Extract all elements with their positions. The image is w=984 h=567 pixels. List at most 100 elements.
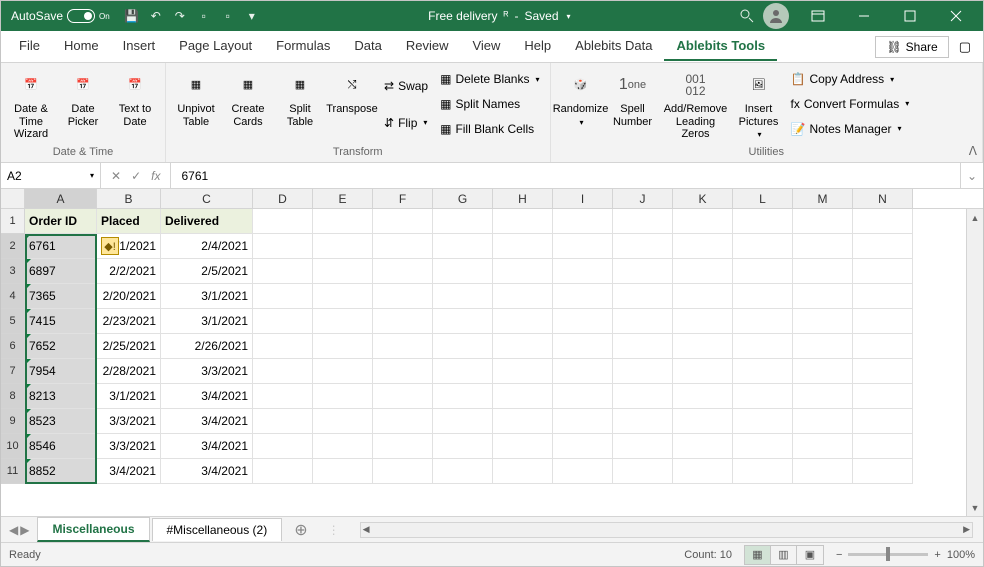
column-header[interactable]: N <box>853 189 913 208</box>
sensitivity-icon[interactable]: ᴿ <box>504 10 509 22</box>
row-header[interactable]: 8 <box>1 384 25 409</box>
cell[interactable] <box>253 334 313 359</box>
cell[interactable] <box>733 209 793 234</box>
cell[interactable]: 2/28/2021 <box>97 359 161 384</box>
cell[interactable] <box>673 334 733 359</box>
cell[interactable] <box>253 359 313 384</box>
cell[interactable] <box>673 459 733 484</box>
collapse-ribbon-icon[interactable]: ᐱ <box>969 144 977 158</box>
tab-data[interactable]: Data <box>342 32 393 61</box>
date-picker-button[interactable]: 📅Date Picker <box>59 67 107 130</box>
cell[interactable] <box>253 209 313 234</box>
cell[interactable] <box>673 434 733 459</box>
horizontal-scrollbar[interactable]: ◀▶ <box>360 522 973 538</box>
cell[interactable] <box>853 284 913 309</box>
cell[interactable]: 3/1/2021 <box>97 384 161 409</box>
tab-insert[interactable]: Insert <box>111 32 168 61</box>
tab-file[interactable]: File <box>7 32 52 61</box>
cell[interactable] <box>493 259 553 284</box>
cell[interactable] <box>793 284 853 309</box>
cell[interactable] <box>313 409 373 434</box>
cell[interactable] <box>493 284 553 309</box>
cell[interactable]: 3/4/2021 <box>97 459 161 484</box>
split-names-button[interactable]: ▦Split Names <box>436 95 543 113</box>
cell[interactable] <box>373 409 433 434</box>
save-icon[interactable]: 💾 <box>124 8 140 24</box>
cell[interactable] <box>613 459 673 484</box>
qat-icon[interactable]: ▫ <box>196 8 212 24</box>
tab-help[interactable]: Help <box>512 32 563 61</box>
cell[interactable] <box>493 234 553 259</box>
chevron-down-icon[interactable]: ▾ <box>88 171 94 180</box>
cell[interactable] <box>733 284 793 309</box>
cell[interactable] <box>253 259 313 284</box>
cell[interactable]: 8213 <box>25 384 97 409</box>
cell[interactable] <box>793 359 853 384</box>
comments-icon[interactable]: ▢ <box>953 35 977 59</box>
cell[interactable] <box>613 359 673 384</box>
cell[interactable] <box>613 209 673 234</box>
column-header[interactable]: E <box>313 189 373 208</box>
row-header[interactable]: 2 <box>1 234 25 259</box>
column-header[interactable]: A <box>25 189 97 208</box>
cell[interactable]: 3/3/2021 <box>97 409 161 434</box>
cell[interactable]: 3/4/2021 <box>161 434 253 459</box>
column-header[interactable]: M <box>793 189 853 208</box>
create-cards-button[interactable]: ▦Create Cards <box>224 67 272 130</box>
column-header[interactable]: J <box>613 189 673 208</box>
row-header[interactable]: 7 <box>1 359 25 384</box>
cell[interactable] <box>373 309 433 334</box>
cell[interactable] <box>433 309 493 334</box>
row-header[interactable]: 9 <box>1 409 25 434</box>
cell[interactable] <box>733 384 793 409</box>
cell[interactable] <box>673 409 733 434</box>
cell[interactable] <box>373 259 433 284</box>
cell[interactable] <box>313 209 373 234</box>
cell[interactable] <box>853 259 913 284</box>
cell[interactable] <box>493 459 553 484</box>
cell[interactable] <box>613 284 673 309</box>
minimize-icon[interactable] <box>841 1 887 31</box>
split-table-button[interactable]: ▦Split Table <box>276 67 324 130</box>
expand-formula-icon[interactable]: ⌄ <box>960 163 983 188</box>
zoom-slider[interactable] <box>848 553 928 556</box>
cell[interactable] <box>553 334 613 359</box>
cell[interactable] <box>793 309 853 334</box>
cell[interactable] <box>433 234 493 259</box>
page-layout-icon[interactable]: ▥ <box>771 546 797 564</box>
cell[interactable] <box>313 334 373 359</box>
redo-icon[interactable]: ↷ <box>172 8 188 24</box>
cell[interactable] <box>313 384 373 409</box>
cell[interactable] <box>313 359 373 384</box>
cell[interactable] <box>553 409 613 434</box>
cell[interactable] <box>613 234 673 259</box>
cell[interactable] <box>673 384 733 409</box>
cell[interactable]: 6897 <box>25 259 97 284</box>
cell[interactable] <box>733 409 793 434</box>
tab-view[interactable]: View <box>460 32 512 61</box>
cell[interactable] <box>853 334 913 359</box>
cell[interactable] <box>613 334 673 359</box>
cell[interactable] <box>553 284 613 309</box>
cell[interactable] <box>793 209 853 234</box>
cell[interactable]: 3/1/2021 <box>161 284 253 309</box>
flip-button[interactable]: ⇵Flip▾ <box>380 114 432 132</box>
column-header[interactable]: L <box>733 189 793 208</box>
row-header[interactable]: 6 <box>1 334 25 359</box>
toggle-switch[interactable] <box>67 9 95 23</box>
cell[interactable] <box>253 459 313 484</box>
cell[interactable] <box>253 234 313 259</box>
autosave-toggle[interactable]: AutoSave On <box>5 9 116 23</box>
notes-manager-button[interactable]: 📝Notes Manager▾ <box>787 120 914 138</box>
cell[interactable] <box>553 359 613 384</box>
fx-icon[interactable]: fx <box>151 169 160 183</box>
cancel-icon[interactable]: ✕ <box>111 169 121 183</box>
sheet-tab-active[interactable]: Miscellaneous <box>37 517 149 542</box>
cell[interactable] <box>313 234 373 259</box>
tab-ablebits-tools[interactable]: Ablebits Tools <box>664 32 777 61</box>
cell[interactable]: 2/23/2021 <box>97 309 161 334</box>
cell[interactable] <box>793 459 853 484</box>
cell[interactable]: 3/4/2021 <box>161 384 253 409</box>
cell[interactable]: 7954 <box>25 359 97 384</box>
cell[interactable]: 2/25/2021 <box>97 334 161 359</box>
